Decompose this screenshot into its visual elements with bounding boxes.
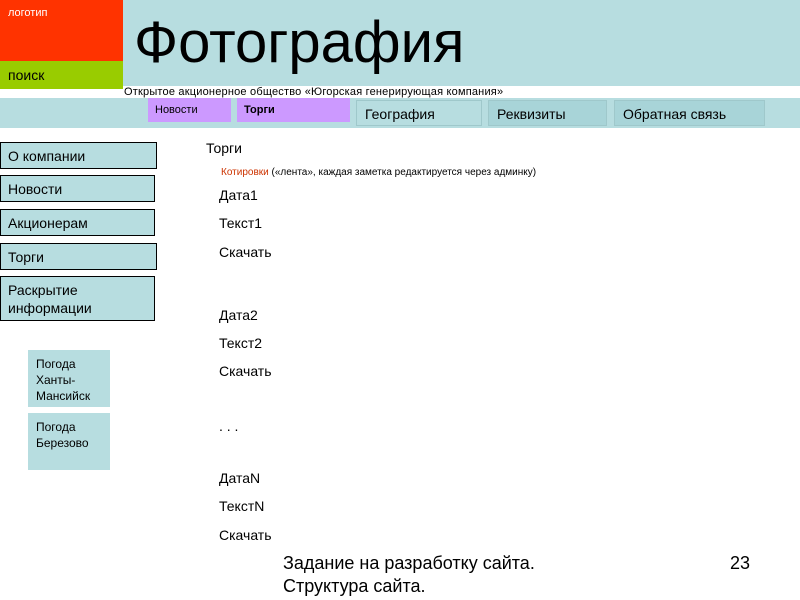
sidebar-item-about[interactable]: О компании — [0, 142, 157, 169]
weather-label: Погода Ханты-Мансийск — [36, 357, 91, 403]
quotes-note: («лента», каждая заметка редактируется ч… — [271, 167, 537, 178]
slide-caption: Задание на разработку сайта. Структура с… — [283, 553, 535, 596]
download-link[interactable]: Скачать — [219, 527, 272, 543]
nav-item-label: Торги — [244, 104, 275, 116]
nav-item-label: География — [365, 106, 435, 122]
nav-item-news[interactable]: Новости — [148, 98, 231, 122]
logo-placeholder[interactable]: логотип — [0, 0, 123, 61]
sidebar-item-label: Акционерам — [8, 215, 88, 231]
weather-label: Погода Березово — [36, 420, 89, 450]
top-nav: Новости Торги География Реквизиты Обратн… — [0, 98, 800, 128]
entry-text: ТекстN — [219, 498, 265, 514]
nav-item-label: Новости — [155, 104, 198, 116]
search-label: поиск — [8, 67, 45, 83]
nav-item-label: Реквизиты — [497, 106, 566, 122]
page-number: 23 — [730, 553, 751, 573]
nav-item-tenders[interactable]: Торги — [237, 98, 350, 122]
entry-text: Текст1 — [219, 215, 263, 231]
sidebar-item-tenders[interactable]: Торги — [0, 243, 157, 270]
nav-item-requisites[interactable]: Реквизиты — [488, 100, 607, 126]
weather-widget-khanty-mansiysk: Погода Ханты-Мансийск — [28, 350, 110, 407]
sidebar-item-disclosure[interactable]: Раскрытие информации — [0, 276, 155, 321]
ellipsis: . . . — [219, 418, 239, 434]
entry-text: Текст2 — [219, 335, 263, 351]
quotes-line: Котировки («лента», каждая заметка редак… — [221, 167, 536, 178]
weather-widget-berezovo: Погода Березово — [28, 413, 110, 470]
logo-label: логотип — [8, 7, 48, 19]
quotes-link[interactable]: Котировки — [221, 167, 269, 178]
download-link[interactable]: Скачать — [219, 244, 272, 260]
sidebar-item-label: Новости — [8, 181, 63, 197]
sidebar-item-label: Раскрытие информации — [8, 282, 92, 316]
entry-date: Дата2 — [219, 307, 258, 323]
nav-item-feedback[interactable]: Обратная связь — [614, 100, 765, 126]
download-link[interactable]: Скачать — [219, 363, 272, 379]
sidebar-item-label: О компании — [8, 148, 86, 164]
page-title: Фотография — [134, 10, 465, 75]
nav-item-label: Обратная связь — [623, 106, 727, 122]
entry-date: Дата1 — [219, 187, 258, 203]
company-name: Открытое акционерное общество «Югорская … — [124, 86, 504, 98]
search-button[interactable]: поиск — [0, 61, 123, 89]
sidebar-item-news[interactable]: Новости — [0, 175, 155, 202]
entry-date: ДатаN — [219, 470, 261, 486]
nav-item-geography[interactable]: География — [356, 100, 482, 126]
sidebar-item-shareholders[interactable]: Акционерам — [0, 209, 155, 236]
content-heading: Торги — [206, 140, 242, 156]
sidebar-item-label: Торги — [8, 249, 44, 265]
